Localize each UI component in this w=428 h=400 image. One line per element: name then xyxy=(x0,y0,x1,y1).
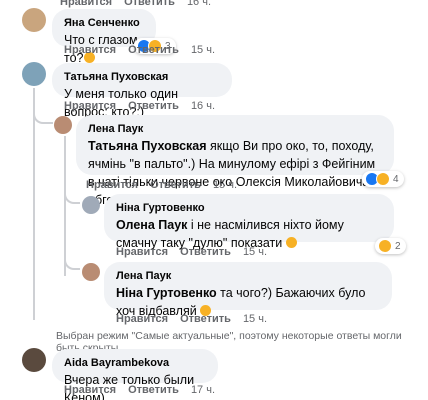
like-link[interactable]: Нравится xyxy=(64,44,116,56)
reply-link[interactable]: Ответить xyxy=(124,0,175,8)
comment-author[interactable]: Ніна Гуртовенко xyxy=(116,201,382,216)
comment-author[interactable]: Яна Сенченко xyxy=(64,16,144,31)
reaction-count: 4 xyxy=(393,173,399,185)
mention-link[interactable]: Ніна Гуртовенко xyxy=(116,286,217,300)
thread-connector xyxy=(33,108,53,124)
previous-comment-meta: Нравится Ответить 16 ч. xyxy=(60,0,211,8)
comment-author[interactable]: Лена Паук xyxy=(88,122,382,137)
thread-line xyxy=(33,88,35,320)
comment-bubble: Лена Паук Татьяна Пуховская якщо Ви про … xyxy=(76,115,394,207)
avatar[interactable] xyxy=(82,263,100,281)
comment-meta: Нравится Ответить 17 ч. xyxy=(64,384,215,396)
reply-link[interactable]: Ответить xyxy=(128,100,179,112)
comment-bubble: Лена Паук Ніна Гуртовенко та чого?) Бажа… xyxy=(104,262,392,318)
timestamp[interactable]: 16 ч. xyxy=(187,0,211,8)
like-link[interactable]: Нравится xyxy=(116,313,168,325)
timestamp[interactable]: 15 ч. xyxy=(213,179,237,191)
haha-reaction-icon xyxy=(378,239,392,253)
reply-link[interactable]: Ответить xyxy=(150,179,201,191)
mention-link[interactable]: Татьяна Пуховская xyxy=(88,139,207,153)
avatar[interactable] xyxy=(22,8,46,32)
like-link[interactable]: Нравится xyxy=(86,179,138,191)
like-link[interactable]: Нравится xyxy=(64,384,116,396)
haha-reaction-icon xyxy=(376,172,390,186)
comment-meta: Нравится Ответить 15 ч. xyxy=(116,313,267,325)
timestamp[interactable]: 15 ч. xyxy=(243,246,267,258)
reaction-count: 2 xyxy=(395,240,401,252)
comment-author[interactable]: Aida Bayrambekova xyxy=(64,356,206,371)
smile-emoji-icon xyxy=(285,237,297,248)
reaction-summary[interactable]: 4 xyxy=(362,171,404,187)
comment-author[interactable]: Татьяна Пуховская xyxy=(64,70,220,85)
thread-connector xyxy=(64,258,80,270)
comment-meta: Нравится Ответить 15 ч. xyxy=(116,246,267,258)
avatar[interactable] xyxy=(82,196,100,214)
like-link[interactable]: Нравится xyxy=(64,100,116,112)
reply-link[interactable]: Ответить xyxy=(180,246,231,258)
reply-link[interactable]: Ответить xyxy=(128,384,179,396)
timestamp[interactable]: 16 ч. xyxy=(191,100,215,112)
comment-meta: Нравится Ответить 16 ч. xyxy=(64,100,215,112)
comment-bubble: Татьяна Пуховская У меня только один воп… xyxy=(52,63,232,119)
avatar[interactable] xyxy=(22,348,46,372)
comment-meta: Нравится Ответить 15 ч. xyxy=(64,44,215,56)
mention-link[interactable]: Олена Паук xyxy=(116,218,187,232)
timestamp[interactable]: 15 ч. xyxy=(191,44,215,56)
comment-bubble: Aida Bayrambekova Вчера же только были К… xyxy=(52,349,218,400)
thread-connector xyxy=(64,190,80,204)
timestamp[interactable]: 17 ч. xyxy=(191,384,215,396)
avatar[interactable] xyxy=(54,116,72,134)
like-link[interactable]: Нравится xyxy=(60,0,112,8)
avatar[interactable] xyxy=(22,62,46,86)
reply-link[interactable]: Ответить xyxy=(128,44,179,56)
like-link[interactable]: Нравится xyxy=(116,246,168,258)
timestamp[interactable]: 15 ч. xyxy=(243,313,267,325)
thread-line xyxy=(64,136,66,276)
reply-link[interactable]: Ответить xyxy=(180,313,231,325)
reaction-summary[interactable]: 2 xyxy=(375,238,406,254)
comment-author[interactable]: Лена Паук xyxy=(116,269,380,284)
comment-bubble: Ніна Гуртовенко Олена Паук і не насмілив… xyxy=(104,194,394,250)
comment-meta: Нравится Ответить 15 ч. xyxy=(86,179,237,191)
